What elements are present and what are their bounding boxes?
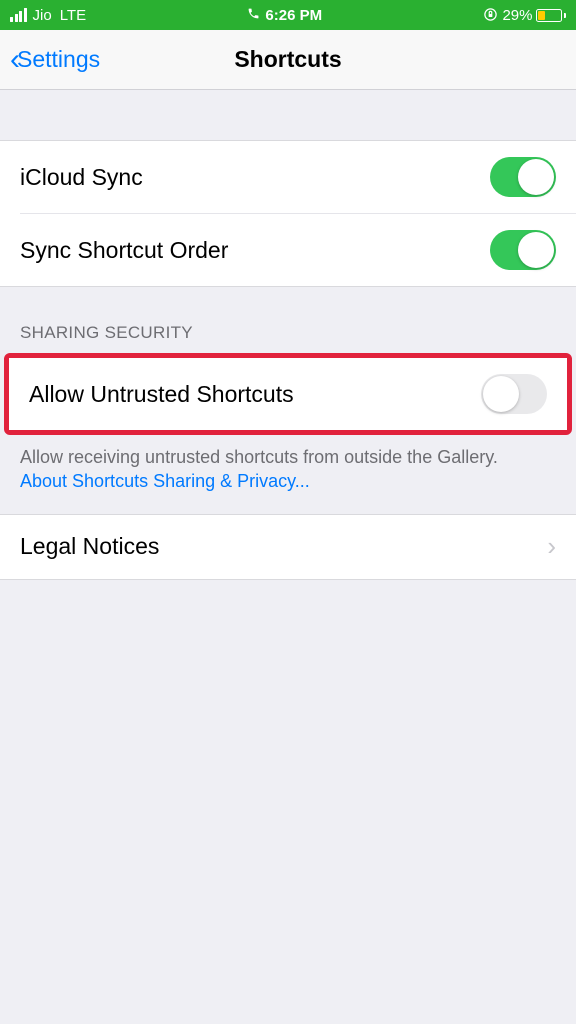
signal-icon	[10, 8, 27, 22]
footer-text: Allow receiving untrusted shortcuts from…	[20, 447, 498, 467]
allow-untrusted-label: Allow Untrusted Shortcuts	[29, 381, 294, 408]
carrier-label: Jio	[33, 7, 52, 24]
icloud-sync-toggle[interactable]	[490, 157, 556, 197]
allow-untrusted-toggle[interactable]	[481, 374, 547, 414]
sync-order-row: Sync Shortcut Order	[20, 213, 576, 286]
legal-section: Legal Notices ›	[0, 514, 576, 580]
sharing-security-header: Sharing Security	[0, 313, 576, 353]
about-sharing-privacy-link[interactable]: About Shortcuts Sharing & Privacy...	[20, 471, 310, 491]
legal-notices-label: Legal Notices	[20, 533, 159, 560]
legal-notices-row[interactable]: Legal Notices ›	[0, 515, 576, 579]
sharing-security-footer: Allow receiving untrusted shortcuts from…	[0, 435, 576, 514]
allow-untrusted-row: Allow Untrusted Shortcuts	[9, 358, 567, 430]
battery-icon	[536, 9, 566, 22]
highlight-annotation: Allow Untrusted Shortcuts	[4, 353, 572, 435]
rotation-lock-icon	[483, 7, 498, 26]
chevron-right-icon: ›	[547, 531, 556, 562]
allow-untrusted-section: Allow Untrusted Shortcuts	[9, 358, 567, 430]
sync-order-label: Sync Shortcut Order	[20, 237, 228, 264]
battery-pct-label: 29%	[502, 7, 532, 24]
status-right: 29%	[483, 6, 566, 25]
nav-bar: ‹ Settings Shortcuts	[0, 30, 576, 90]
time-label: 6:26 PM	[265, 7, 322, 24]
status-left: Jio LTE	[10, 7, 86, 24]
sync-order-toggle[interactable]	[490, 230, 556, 270]
phone-icon	[247, 7, 260, 24]
icloud-sync-row: iCloud Sync	[0, 141, 576, 213]
back-button[interactable]: ‹ Settings	[10, 45, 100, 75]
icloud-sync-label: iCloud Sync	[20, 164, 143, 191]
network-label: LTE	[60, 7, 86, 24]
back-label: Settings	[17, 46, 100, 73]
status-bar: Jio LTE 6:26 PM 29%	[0, 0, 576, 30]
status-center: 6:26 PM	[247, 7, 322, 24]
sync-section: iCloud Sync Sync Shortcut Order	[0, 140, 576, 287]
